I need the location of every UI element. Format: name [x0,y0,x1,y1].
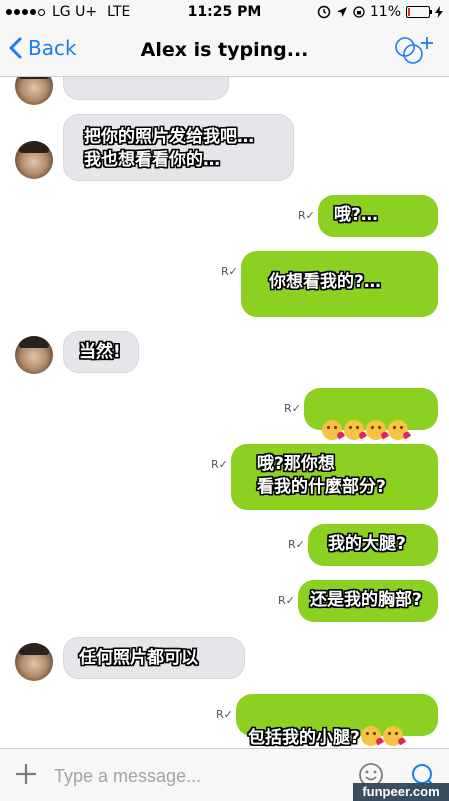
rotation-lock-icon [353,6,365,18]
outgoing-message: 哦?… [318,195,438,237]
kiss-emoji-icon [322,420,342,440]
battery-icon [406,6,432,18]
contact-avatar[interactable] [15,643,53,681]
charging-bolt-icon [435,6,443,18]
read-receipt-icon: R✓ [211,458,228,471]
kiss-emoji-icon [360,726,381,746]
incoming-message: 把你的照片发给我吧… 我也想看看你的… [63,114,294,181]
outgoing-message: 包括我的小腿? [236,694,438,747]
outgoing-message-text: 包括我的小腿? [248,728,360,747]
message-input[interactable] [52,761,316,791]
outgoing-message: 哦?那你想 看我的什麼部分? [231,444,438,510]
plus-icon[interactable] [12,760,40,788]
kiss-emoji-icon [344,420,364,440]
outgoing-message: 你想看我的?… [241,251,438,317]
outgoing-message: 还是我的胸部? [298,580,438,622]
read-receipt-icon: R✓ [221,265,238,278]
contact-avatar[interactable] [15,141,53,179]
status-bar: LG U+ LTE 11:25 PM 11% [0,0,449,26]
outgoing-emoji-message [304,388,438,440]
watermark: funpeer.com [353,783,449,801]
read-receipt-icon: R✓ [284,402,301,415]
alarm-icon [317,5,331,19]
read-receipt-icon: R✓ [216,708,233,721]
navigation-bar: Back Alex is typing... [0,26,449,77]
read-receipt-icon: R✓ [278,594,295,607]
conversation-title: Alex is typing... [140,39,309,61]
kiss-emoji-icon [366,420,386,440]
message-input-bar: funpeer.com [0,748,449,801]
group-add-icon[interactable] [393,34,435,66]
battery-percent: 11% [369,4,401,20]
outgoing-message: 我的大腿? [308,524,438,566]
location-arrow-icon [336,7,347,17]
incoming-message-partial [63,77,229,100]
contact-avatar[interactable] [15,77,53,105]
contact-avatar[interactable] [15,336,53,374]
status-right: 11% [317,4,443,20]
read-receipt-icon: R✓ [288,538,305,551]
read-receipt-icon: R✓ [298,209,315,222]
kiss-emoji-icon [382,726,403,746]
incoming-message: 当然! [63,331,139,373]
message-thread[interactable]: 把你的照片发给我吧… 我也想看看你的… R✓ 哦?… R✓ 你想看我的?… 当然… [0,77,449,747]
kiss-emoji-icon [388,420,408,440]
incoming-message: 任何照片都可以 [63,637,245,679]
